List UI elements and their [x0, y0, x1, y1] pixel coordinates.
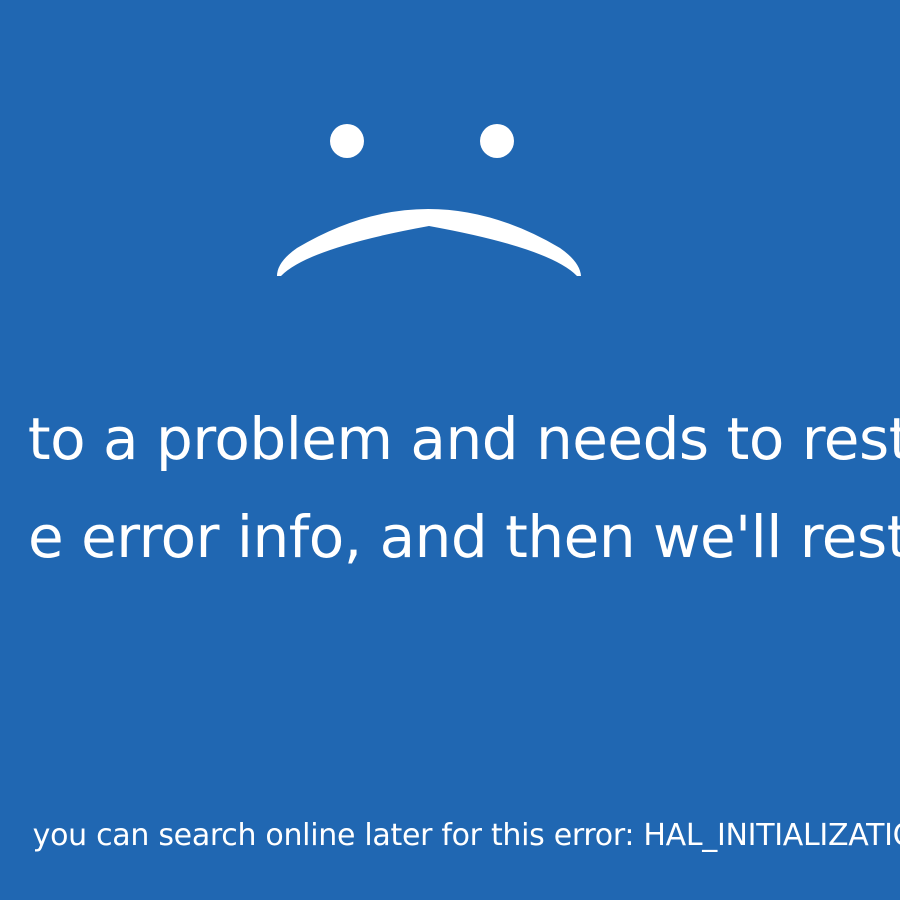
error-message-line-2: e error info, and then we'll resta [27, 503, 900, 571]
right-eye [480, 124, 514, 158]
left-eye [330, 124, 364, 158]
frown-mouth [277, 209, 581, 276]
stop-code-hint: you can search online later for this err… [32, 818, 900, 853]
bsod-screen: to a problem and needs to resta e error … [0, 0, 900, 900]
error-message-line-1: to a problem and needs to resta [27, 405, 900, 473]
sad-face-icon [277, 124, 581, 276]
